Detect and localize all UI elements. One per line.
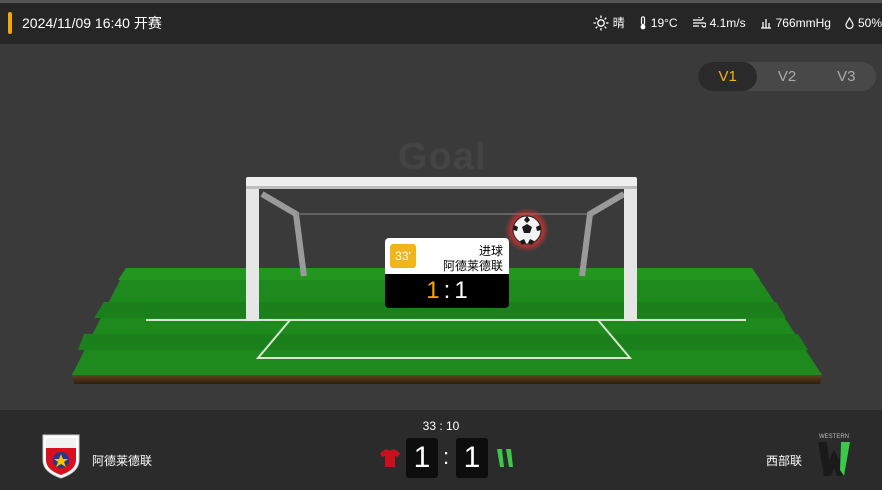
top-bar: 2024/11/09 16:40 开赛 晴 19°C 4.1m/s 766mmH… xyxy=(0,0,882,44)
svg-text:WESTERN: WESTERN xyxy=(819,434,849,440)
away-kit-icon xyxy=(497,449,513,467)
weather-bar: 晴 19°C 4.1m/s 766mmHg 50% xyxy=(579,14,882,31)
weather-temperature: 19°C xyxy=(639,16,678,30)
droplet-icon xyxy=(845,16,854,29)
home-kit-icon xyxy=(380,449,400,467)
animation-stage: V1 V2 V3 Goal 33' 进球 阿德莱德联 1: 1 xyxy=(0,44,882,410)
weather-condition: 晴 xyxy=(593,14,625,31)
soccer-ball-icon xyxy=(512,215,542,245)
goal-net-frame xyxy=(260,191,307,277)
goal-event-popup: 33' 进球 阿德莱德联 1:1 xyxy=(385,238,509,308)
score-separator: : xyxy=(443,444,450,469)
wind-icon xyxy=(692,16,706,28)
right-post xyxy=(624,181,637,321)
scoreboard: 阿德莱德联 33 : 10 1 : 1 西部联 WESTERN xyxy=(0,410,882,490)
western-united-logo: WESTERN xyxy=(818,434,850,476)
thermometer-icon xyxy=(640,15,646,29)
home-team-name: 阿德莱德联 xyxy=(92,454,153,468)
away-team-name: 西部联 xyxy=(766,454,803,468)
pitch-graphic xyxy=(72,177,822,384)
pressure-icon xyxy=(760,18,771,29)
match-clock: 33 : 10 xyxy=(422,419,460,433)
weather-wind: 4.1m/s xyxy=(692,16,746,30)
event-team: 阿德莱德联 xyxy=(442,259,503,273)
popup-score-away: 1 xyxy=(454,277,468,304)
away-score: 1 xyxy=(456,438,488,478)
sun-icon xyxy=(593,15,609,30)
accent-marker xyxy=(8,12,12,34)
left-post xyxy=(246,181,259,321)
home-score: 1 xyxy=(406,438,438,478)
kickoff-time: 2024/11/09 16:40 开赛 xyxy=(22,15,162,31)
weather-pressure: 766mmHg xyxy=(760,16,831,30)
weather-humidity: 50% xyxy=(845,16,882,30)
event-minute: 33' xyxy=(390,244,416,268)
popup-score: 1:1 xyxy=(385,274,509,308)
popup-score-home: 1 xyxy=(426,277,440,304)
adelaide-united-logo xyxy=(42,434,80,479)
